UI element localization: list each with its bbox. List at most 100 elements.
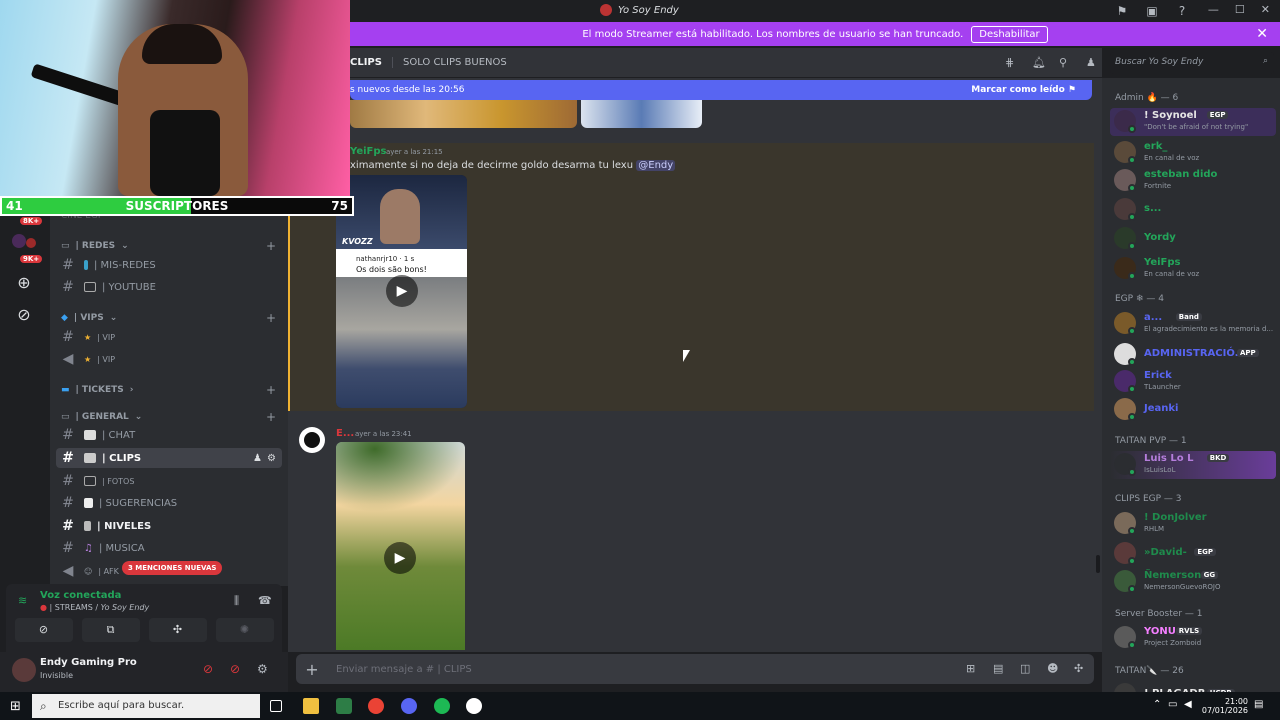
- channel-musica[interactable]: # ♫ | MUSICA: [56, 538, 282, 558]
- member-item[interactable]: a... Band El agradecimiento es la memoria …: [1110, 310, 1276, 338]
- video-attachment[interactable]: KVOZZ nathanrjr10 · 1 s Os dois são bons…: [336, 175, 467, 408]
- maximize-button[interactable]: ☐: [1235, 3, 1245, 16]
- avatar[interactable]: [299, 427, 325, 453]
- add-channel-icon[interactable]: +: [266, 383, 276, 397]
- channel-mis-redes[interactable]: # | MIS-REDES: [56, 255, 282, 275]
- member-item[interactable]: Erick TLauncher: [1110, 368, 1276, 396]
- member-item[interactable]: ! Soynoel EGP "Don't be afraid of not tryi…: [1110, 108, 1276, 136]
- channel-youtube[interactable]: # | YOUTUBE: [56, 277, 282, 297]
- pin-icon[interactable]: ⚲: [1059, 56, 1067, 69]
- share-screen-button[interactable]: ⧉: [81, 618, 140, 642]
- network-icon[interactable]: ▭: [1168, 699, 1177, 710]
- channel-chat[interactable]: # | CHAT: [56, 425, 282, 445]
- channel-vip[interactable]: # ★ | VIP: [56, 327, 282, 347]
- play-icon[interactable]: ▶: [384, 542, 416, 574]
- mark-as-read-button[interactable]: Marcar como leído ⚑: [971, 85, 1076, 95]
- message-composer[interactable]: + Enviar mensaje a # | CLIPS ⊞ ▤ ◫ ☻ ✣: [296, 654, 1094, 684]
- notifications-icon[interactable]: ▤: [1254, 699, 1263, 710]
- deafen-icon[interactable]: ⊘: [230, 662, 240, 676]
- search-input[interactable]: Buscar Yo Soy Endy ⌕: [1110, 52, 1274, 74]
- member-item[interactable]: YeiFps En canal de voz: [1110, 255, 1276, 283]
- username[interactable]: Endy Gaming Pro: [40, 657, 137, 668]
- channel-niveles[interactable]: # | NIVELES: [56, 516, 282, 536]
- video-attachment[interactable]: ▶: [336, 442, 465, 650]
- store-icon[interactable]: [336, 698, 352, 714]
- inbox-icon[interactable]: ⚑: [1114, 3, 1130, 19]
- sticker-icon[interactable]: ◫: [1020, 662, 1030, 675]
- gif-icon[interactable]: ▤: [993, 662, 1003, 675]
- voice-status[interactable]: Voz conectada: [40, 590, 121, 601]
- message-author[interactable]: E...: [336, 428, 354, 439]
- message-author[interactable]: YeiFps: [350, 146, 386, 157]
- signal-icon[interactable]: ≋: [18, 594, 27, 607]
- emoji-icon[interactable]: ☻: [1047, 662, 1058, 675]
- attachment-image[interactable]: [350, 100, 577, 128]
- disconnect-icon[interactable]: ☎: [258, 594, 272, 607]
- explore-servers-icon[interactable]: ⊘: [14, 305, 34, 325]
- disable-streamer-button[interactable]: Deshabilitar: [971, 25, 1048, 43]
- member-item[interactable]: erk_ En canal de voz: [1110, 139, 1276, 167]
- play-icon[interactable]: ▶: [386, 275, 418, 307]
- channel-clips[interactable]: # | CLIPS ⚙ ♟: [56, 448, 282, 468]
- category-tickets[interactable]: ▬ | TICKETS › +: [61, 383, 276, 397]
- user-mention[interactable]: @Endy: [636, 160, 676, 171]
- category-general[interactable]: ▭ | GENERAL ⌄ +: [61, 410, 276, 424]
- camera-off-button[interactable]: ⊘: [14, 618, 73, 642]
- category-redes[interactable]: ▭ | REDES ⌄ +: [61, 239, 276, 253]
- volume-icon[interactable]: ◀: [1184, 699, 1192, 710]
- windows-start-icon[interactable]: ⊞: [10, 699, 21, 714]
- activities-button[interactable]: ✣: [148, 618, 207, 642]
- task-view-icon[interactable]: [270, 700, 282, 712]
- clock[interactable]: 21:00 07/01/2026: [1202, 697, 1248, 715]
- add-attachment-icon[interactable]: +: [296, 660, 328, 679]
- chrome-icon[interactable]: [368, 698, 384, 714]
- bell-icon[interactable]: 🔔︎: [1032, 56, 1046, 69]
- member-item[interactable]: Jeanki: [1110, 396, 1276, 424]
- gift-icon[interactable]: ⊞: [966, 662, 975, 675]
- member-item[interactable]: s...: [1110, 196, 1276, 224]
- user-settings-icon[interactable]: ⚙: [257, 662, 268, 676]
- member-item[interactable]: ! DonJolver RHLM: [1110, 510, 1276, 538]
- new-messages-bar[interactable]: s nuevos desde las 20:56 Marcar como leí…: [350, 80, 1092, 100]
- tray-chevron-icon[interactable]: ⌃: [1153, 699, 1161, 710]
- member-item[interactable]: Luis Lo L BKD IsLuisLoL: [1110, 451, 1276, 479]
- threads-icon[interactable]: ⋕: [1005, 56, 1014, 69]
- member-item[interactable]: esteban dido Fortnite: [1110, 167, 1276, 195]
- close-window-button[interactable]: ✕: [1261, 3, 1270, 16]
- channel-vip-voice[interactable]: ◀ ★ | VIP: [56, 349, 282, 369]
- member-list-icon[interactable]: ♟: [1086, 56, 1096, 69]
- file-explorer-icon[interactable]: [303, 698, 319, 714]
- add-server-icon[interactable]: ⊕: [14, 273, 34, 293]
- noise-suppression-icon[interactable]: ⫼: [234, 594, 239, 608]
- category-vips[interactable]: ◆ | VIPS ⌄ +: [61, 311, 276, 325]
- new-mentions-pill[interactable]: 3 MENCIONES NUEVAS: [122, 561, 223, 575]
- soundboard-button[interactable]: ✺: [215, 618, 274, 642]
- channel-sugerencias[interactable]: # | SUGERENCIAS: [56, 493, 282, 513]
- minimize-button[interactable]: —: [1208, 3, 1219, 16]
- member-item[interactable]: Yordy: [1110, 225, 1276, 253]
- spotify-icon[interactable]: [434, 698, 450, 714]
- taskbar-search[interactable]: ⌕ Escribe aquí para buscar.: [32, 694, 260, 718]
- add-channel-icon[interactable]: +: [266, 239, 276, 253]
- channel-fotos[interactable]: # | FOTOS: [56, 471, 282, 491]
- server-icon[interactable]: [26, 238, 36, 248]
- attachment-image[interactable]: [581, 100, 702, 128]
- voice-channel[interactable]: ● | STREAMS / Yo Soy Endy: [40, 603, 149, 612]
- channel-topic[interactable]: SOLO CLIPS BUENOS: [391, 57, 507, 68]
- apps-icon[interactable]: ✣: [1074, 662, 1083, 675]
- scrollbar[interactable]: [1096, 555, 1100, 573]
- screen-icon[interactable]: ▣: [1144, 3, 1160, 19]
- help-icon[interactable]: ?: [1174, 3, 1190, 19]
- obs-icon[interactable]: [466, 698, 482, 714]
- invite-icon[interactable]: ♟: [253, 453, 262, 464]
- member-item[interactable]: »David- EGP: [1110, 540, 1276, 568]
- member-item[interactable]: YONU RVLS Project Zomboid: [1110, 624, 1276, 652]
- discord-icon[interactable]: [401, 698, 417, 714]
- settings-icon[interactable]: ⚙: [267, 453, 276, 464]
- add-channel-icon[interactable]: +: [266, 311, 276, 325]
- avatar[interactable]: [12, 658, 36, 682]
- mic-muted-icon[interactable]: ⊘: [203, 662, 213, 676]
- member-item[interactable]: Ñemerson GG NemersonGuevoROJO: [1110, 568, 1276, 596]
- add-channel-icon[interactable]: +: [266, 410, 276, 424]
- close-banner-icon[interactable]: ✕: [1256, 26, 1268, 42]
